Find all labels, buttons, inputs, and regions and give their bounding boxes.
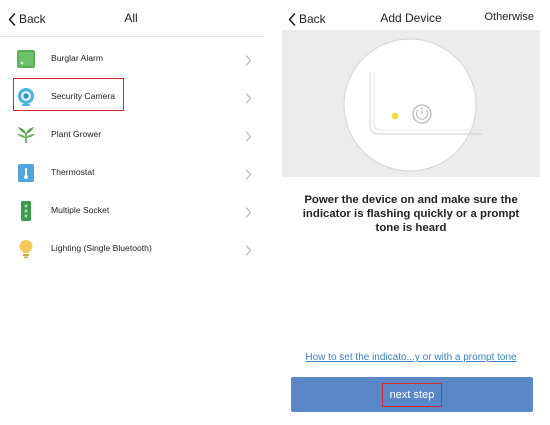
screen: Back All Burglar Alarm Security Camera P… bbox=[0, 0, 550, 425]
top-nav-bar: Back All bbox=[0, 0, 264, 37]
device-item-multiple-socket[interactable]: Multiple Socket bbox=[0, 192, 262, 230]
add-device-panel: Back Add Device Otherwise Power the devi… bbox=[282, 0, 540, 425]
chevron-right-icon bbox=[245, 167, 252, 185]
divider bbox=[0, 36, 264, 37]
device-label: Plant Grower bbox=[51, 129, 102, 139]
device-label: Burglar Alarm bbox=[51, 53, 104, 63]
socket-icon bbox=[16, 201, 36, 221]
next-step-label: next step bbox=[381, 382, 443, 407]
device-label: Multiple Socket bbox=[51, 205, 110, 215]
alarm-icon bbox=[16, 49, 36, 69]
chevron-right-icon bbox=[245, 91, 252, 109]
device-illustration bbox=[282, 30, 540, 177]
device-label: Lighting (Single Bluetooth) bbox=[51, 243, 152, 253]
chevron-right-icon bbox=[245, 205, 252, 223]
chevron-right-icon bbox=[245, 53, 252, 71]
device-item-burglar-alarm[interactable]: Burglar Alarm bbox=[0, 40, 262, 78]
device-item-thermostat[interactable]: Thermostat bbox=[0, 154, 262, 192]
otherwise-button[interactable]: Otherwise bbox=[484, 11, 534, 23]
chevron-right-icon bbox=[245, 243, 252, 261]
selection-highlight bbox=[13, 78, 124, 111]
chevron-right-icon bbox=[245, 129, 252, 147]
device-list: Burglar Alarm Security Camera Plant Grow… bbox=[0, 40, 262, 268]
help-link[interactable]: How to set the indicato...y or with a pr… bbox=[282, 352, 540, 363]
next-step-button[interactable]: next step bbox=[291, 377, 533, 412]
indicator-light bbox=[391, 112, 399, 120]
device-item-security-camera[interactable]: Security Camera bbox=[0, 78, 262, 116]
page-title: All bbox=[124, 11, 138, 25]
device-label: Thermostat bbox=[51, 167, 95, 177]
plant-icon bbox=[16, 125, 36, 145]
device-item-lighting[interactable]: Lighting (Single Bluetooth) bbox=[0, 230, 262, 268]
thermostat-icon bbox=[16, 163, 36, 183]
bulb-icon bbox=[16, 239, 36, 259]
device-item-plant-grower[interactable]: Plant Grower bbox=[0, 116, 262, 154]
instruction-text: Power the device on and make sure the in… bbox=[302, 194, 520, 234]
device-category-panel: Back All Burglar Alarm Security Camera P… bbox=[0, 0, 264, 425]
